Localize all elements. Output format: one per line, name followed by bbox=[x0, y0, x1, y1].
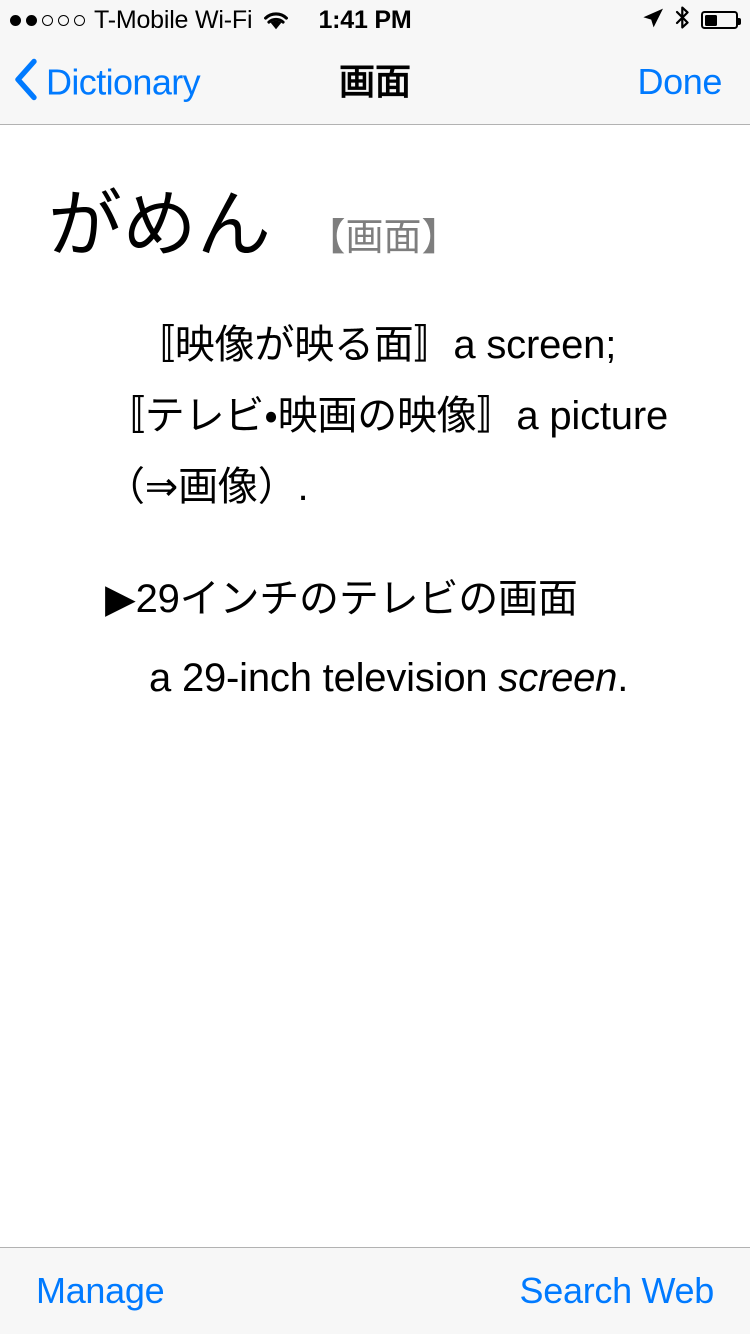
definition-text: 〚映像が映る面〛a screen; 〚テレビ・映画の映像〛a picture（⇒… bbox=[105, 323, 669, 510]
location-arrow-icon bbox=[642, 7, 664, 34]
signal-dot-1 bbox=[10, 14, 21, 26]
wifi-icon bbox=[262, 10, 290, 31]
status-bar-left: T-Mobile Wi-Fi bbox=[10, 5, 290, 34]
bluetooth-icon bbox=[675, 6, 690, 34]
example-english-keyword: screen bbox=[498, 655, 618, 700]
battery-fill bbox=[704, 14, 717, 26]
carrier-label: T-Mobile Wi-Fi bbox=[94, 5, 253, 34]
status-bar-right bbox=[642, 6, 741, 34]
example-english: a 29-inch television screen. bbox=[105, 643, 698, 714]
dictionary-entry-content[interactable]: がめん 【画面】 〚映像が映る面〛a screen; 〚テレビ・映画の映像〛a … bbox=[0, 126, 750, 1247]
signal-dot-4 bbox=[58, 14, 69, 26]
signal-dot-2 bbox=[26, 14, 37, 26]
clock-label: 1:41 PM bbox=[318, 5, 412, 34]
signal-dot-5 bbox=[74, 14, 85, 26]
battery-icon bbox=[701, 11, 741, 29]
search-web-button[interactable]: Search Web bbox=[520, 1273, 715, 1309]
headword-row: がめん 【画面】 bbox=[0, 126, 750, 262]
bottom-toolbar: Manage Search Web bbox=[0, 1247, 750, 1334]
done-button[interactable]: Done bbox=[638, 64, 723, 100]
example-english-trail: . bbox=[617, 655, 629, 700]
example-bullet-icon: ▶ bbox=[105, 576, 136, 621]
signal-strength-dots bbox=[10, 14, 85, 26]
signal-dot-3 bbox=[42, 14, 53, 26]
headword-kanji: 【画面】 bbox=[307, 217, 460, 259]
example-japanese: ▶29インチのテレビの画面 bbox=[105, 564, 698, 635]
example-english-lead: a 29-inch television bbox=[149, 655, 499, 700]
example-japanese-text: 29インチのテレビの画面 bbox=[135, 576, 578, 621]
manage-button[interactable]: Manage bbox=[36, 1273, 165, 1309]
headword-reading: がめん bbox=[48, 183, 272, 266]
example-block: ▶29インチのテレビの画面 a 29-inch television scree… bbox=[0, 564, 750, 714]
status-bar: T-Mobile Wi-Fi 1:41 PM bbox=[0, 0, 750, 40]
navigation-bar: Dictionary 画面 Done bbox=[0, 40, 750, 125]
